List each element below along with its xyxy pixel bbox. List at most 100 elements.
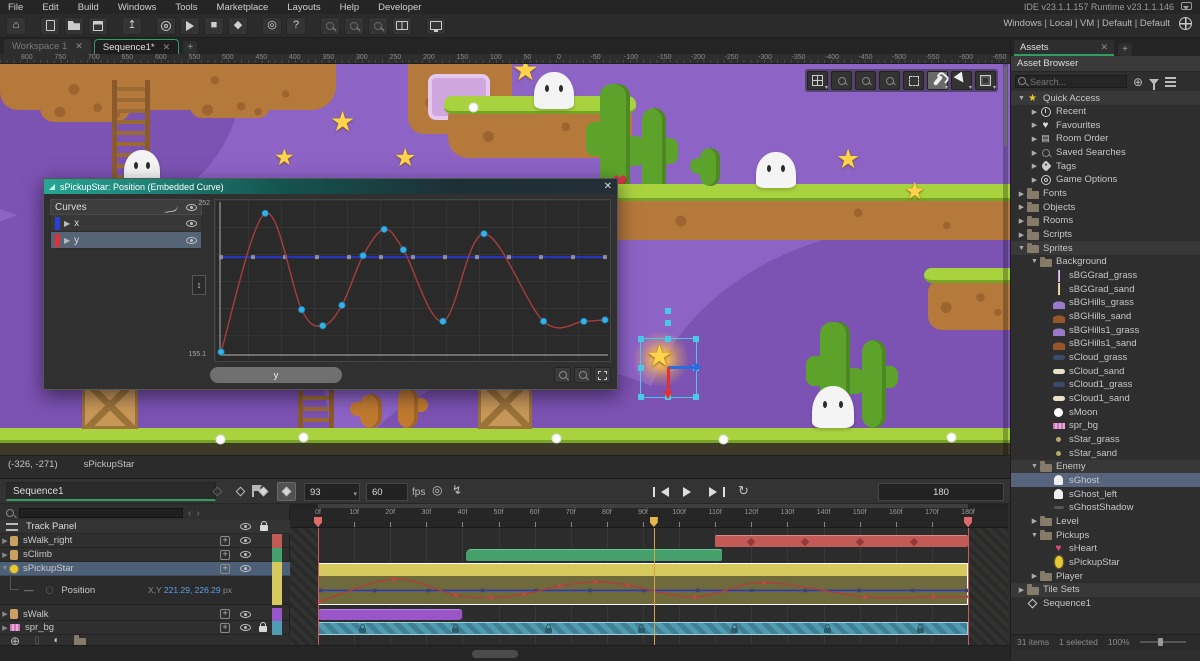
rotate-handle[interactable] (665, 320, 671, 326)
export-button[interactable]: ↥ (122, 17, 142, 35)
resize-handle[interactable] (693, 394, 699, 400)
keyframe-diamond[interactable] (747, 538, 755, 546)
track-row-sClimb[interactable]: ▶sClimb (0, 548, 290, 562)
eye-icon[interactable] (240, 537, 251, 544)
canvas-zoom-in-button[interactable] (879, 71, 900, 90)
cactus[interactable] (862, 340, 886, 428)
playhead-line[interactable] (654, 528, 655, 646)
chevron-right-icon[interactable]: ▶ (1030, 176, 1039, 184)
add-asset-icon[interactable]: ⊕ (1133, 76, 1143, 88)
snap-icon[interactable]: ◎ (432, 484, 442, 496)
auto-record-button[interactable] (277, 482, 296, 501)
preferences-button[interactable] (156, 17, 176, 35)
ghost-sprite[interactable] (756, 152, 796, 188)
asset-tree-item-sbggrad-grass[interactable]: sBGGrad_grass (1011, 269, 1200, 283)
sequence-length-field[interactable]: 180 (878, 483, 1004, 501)
chevron-right-icon[interactable]: ▶ (64, 236, 70, 245)
asset-tree-item-scloud1-grass[interactable]: sCloud1_grass (1011, 378, 1200, 392)
chevron-right-icon[interactable]: ▶ (0, 610, 10, 618)
close-icon[interactable]: ✕ (163, 42, 171, 53)
clip-sWalk_right[interactable] (715, 535, 968, 547)
chevron-right-icon[interactable]: ▶ (1017, 190, 1026, 198)
canvas-zoom-out-button[interactable] (831, 71, 852, 90)
asset-tree-item-smoon[interactable]: sMoon (1011, 405, 1200, 419)
asset-tree-item-scloud1-sand[interactable]: sCloud1_sand (1011, 392, 1200, 406)
chevron-down-icon[interactable]: ▼ (1030, 532, 1039, 539)
resize-handle[interactable] (665, 336, 671, 342)
eye-icon[interactable] (186, 220, 197, 227)
zoom-out-button[interactable] (554, 367, 571, 383)
horizontal-scrollbar[interactable] (0, 645, 1010, 661)
add-key-icon[interactable] (220, 623, 230, 633)
manual-button[interactable] (392, 17, 412, 35)
star-sprite[interactable]: ★ (904, 180, 926, 204)
canvas-grid-button[interactable] (807, 71, 828, 90)
gizmo-x-axis[interactable] (668, 366, 696, 369)
zoom-in-button[interactable] (574, 367, 591, 383)
curve-row-x[interactable]: ▶ x (50, 215, 202, 232)
asset-tree-item-sstar-sand[interactable]: sStar_sand (1011, 446, 1200, 460)
help-circle-button[interactable]: ? (286, 17, 306, 35)
canvas-tools-button[interactable] (927, 71, 948, 90)
timeline-ruler[interactable]: 0f10f20f30f40f50f60f70f80f90f100f110f120… (290, 508, 1008, 528)
home-button[interactable]: ⌂ (6, 17, 26, 35)
asset-tree-item-sbghills-sand[interactable]: sBGHills_sand (1011, 310, 1200, 324)
asset-tree-item-sghostshadow[interactable]: sGhostShadow (1011, 501, 1200, 515)
curve-row-y[interactable]: ▶ y (50, 232, 202, 249)
menu-help[interactable]: Help (340, 2, 360, 13)
menu-developer[interactable]: Developer (378, 2, 421, 13)
track-panel-header[interactable]: Track Panel (0, 520, 290, 534)
eye-icon[interactable] (240, 523, 251, 530)
chevron-down-icon[interactable]: ▾ (353, 490, 357, 498)
collapse-icon[interactable]: — (24, 585, 34, 596)
star-sprite[interactable]: ★ (836, 146, 860, 173)
clip-spr_bg[interactable] (318, 622, 968, 635)
resize-handle[interactable] (638, 365, 644, 371)
canvas-zoom-reset-button[interactable] (855, 71, 876, 90)
menu-edit[interactable]: Edit (42, 2, 58, 13)
asset-tree-item-scloud-sand[interactable]: sCloud_sand (1011, 364, 1200, 378)
chevron-right-icon[interactable]: ▶ (1017, 586, 1026, 594)
asset-search-input[interactable] (1015, 75, 1127, 88)
asset-tree-item-player[interactable]: ▶Player (1011, 569, 1200, 583)
chevron-right-icon[interactable]: ▶ (1030, 121, 1039, 129)
scrollbar-handle[interactable] (472, 650, 518, 658)
zoom-in-button[interactable] (368, 17, 388, 35)
chevron-right-icon[interactable]: ▶ (1030, 108, 1039, 116)
chevron-right-icon[interactable]: ▼ (0, 565, 10, 572)
asset-tree-item-sbghills1-grass[interactable]: sBGHills1_grass (1011, 323, 1200, 337)
timeline-area[interactable] (290, 528, 1008, 646)
canvas-zoom-fit-button[interactable] (903, 71, 924, 90)
chevron-right-icon[interactable]: ▶ (0, 624, 10, 632)
prev-keyframe-button[interactable] (208, 482, 227, 501)
curve-graph[interactable] (214, 199, 611, 362)
asset-tree-item-enemy[interactable]: ▼Enemy (1011, 460, 1200, 474)
asset-tree-item-sghost-left[interactable]: sGhost_left (1011, 487, 1200, 501)
chevron-right-icon[interactable]: ▶ (64, 219, 70, 228)
target-manager-icon[interactable] (1179, 17, 1192, 30)
build-config-label[interactable]: Windows | Local | VM | Default | Default (1003, 18, 1170, 29)
track-row-sPickupStar[interactable]: ▼sPickupStar (0, 562, 290, 576)
close-icon[interactable]: ✕ (604, 181, 612, 192)
asset-tree-item-tile-sets[interactable]: ▶Tile Sets (1011, 583, 1200, 597)
asset-tree-item-sbghills-grass[interactable]: sBGHills_grass (1011, 296, 1200, 310)
vertical-zoom-spinner[interactable]: ↕ (192, 275, 206, 295)
chevron-down-icon[interactable]: ▼ (1030, 463, 1039, 470)
menu-layouts[interactable]: Layouts (287, 2, 320, 13)
position-curve-region[interactable] (318, 576, 968, 605)
close-icon[interactable]: ✕ (75, 41, 83, 52)
clip-sPickupStar[interactable] (318, 563, 968, 576)
rotate-handle[interactable] (665, 308, 671, 314)
zoom-reset-button[interactable] (344, 17, 364, 35)
track-row-sWalk[interactable]: ▶sWalk (0, 608, 290, 621)
asset-tree-item-sghost[interactable]: sGhost (1011, 473, 1200, 487)
canvas-pointer-button[interactable] (951, 71, 972, 90)
current-frame-field[interactable]: 93 ▾ (304, 483, 360, 501)
chevron-right-icon[interactable]: ▶ (1030, 517, 1039, 525)
embedded-curve-window[interactable]: sPickupStar: Position (Embedded Curve) ✕… (43, 178, 618, 390)
asset-tree-item-game-options[interactable]: ▶Game Options (1011, 173, 1200, 187)
play-button[interactable] (678, 483, 700, 500)
next-result-icon[interactable]: › (196, 508, 199, 519)
star-sprite[interactable]: ★ (274, 146, 295, 169)
onion-skin-icon[interactable]: ↯ (452, 484, 462, 496)
